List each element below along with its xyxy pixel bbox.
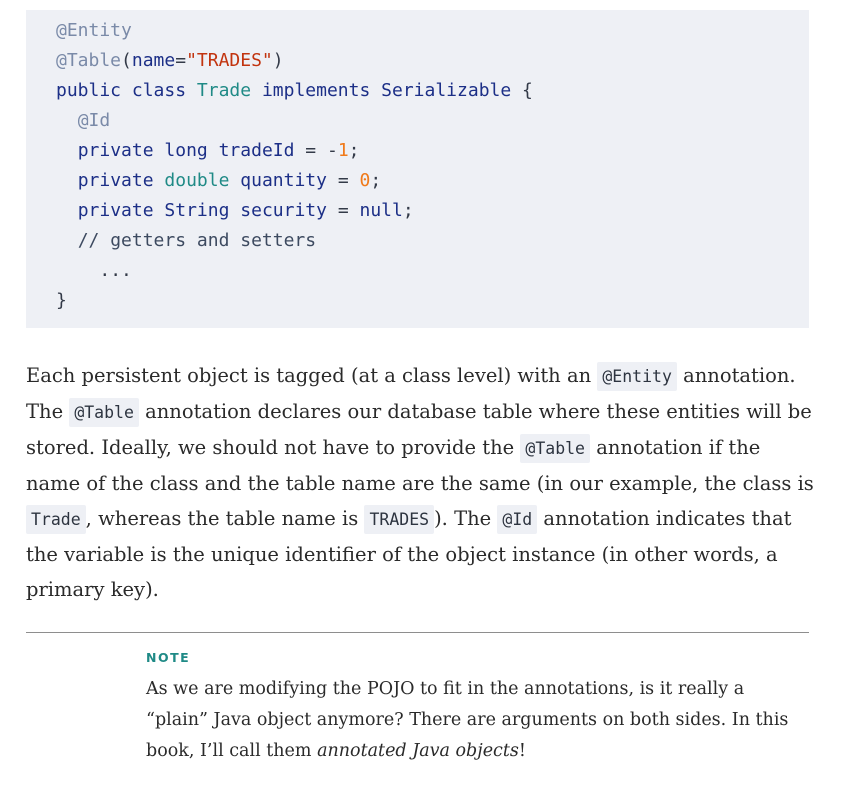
code-line-7: private String security = null; (77, 200, 414, 221)
annotation-id: @Id (77, 110, 111, 131)
code-line-2: @Table(name="TRADES") (56, 50, 284, 71)
code-line-3: public class Trade implements Serializab… (56, 80, 533, 101)
inline-code-table: @Table (69, 398, 139, 427)
code-line-6: private double quantity = 0; (77, 170, 382, 191)
class-name: Trade (196, 80, 252, 101)
table-name-string: "TRADES" (186, 50, 273, 71)
code-line-4: @Id (56, 106, 533, 136)
inline-code-trades: TRADES (364, 505, 435, 534)
body-paragraph: Each persistent object is tagged (at a c… (26, 362, 814, 601)
note-emphasis: annotated Java objects (317, 741, 519, 761)
code-line-9: ... (56, 256, 533, 286)
field-quantity: quantity (240, 170, 327, 191)
table-name-attr: name (131, 50, 176, 71)
code-comment: // getters and setters (77, 230, 317, 251)
field-security: security (240, 200, 327, 221)
inline-code-entity: @Entity (597, 362, 677, 391)
note-divider (26, 632, 809, 633)
annotation-table: @Table (56, 50, 122, 71)
code-line-10: } (56, 290, 67, 311)
note-text: As we are modifying the POJO to fit in t… (146, 679, 789, 761)
note-label: NOTE (146, 650, 191, 665)
annotation-entity: @Entity (56, 20, 132, 41)
code-line-8: // getters and setters (56, 226, 533, 256)
field-tradeid: tradeId (218, 140, 295, 161)
code-ellipsis: ... (99, 260, 132, 281)
inline-code-table: @Table (520, 434, 590, 463)
inline-code-id: @Id (497, 505, 538, 534)
code-listing: @Entity @Table(name="TRADES") public class… (56, 16, 533, 316)
interface-name: Serializable (381, 80, 512, 101)
inline-code-trade: Trade (26, 505, 86, 534)
code-block: @Entity @Table(name="TRADES") public class… (26, 10, 809, 328)
code-line-1: @Entity (56, 16, 533, 46)
code-line-5: private long tradeId = -1; (77, 140, 360, 161)
